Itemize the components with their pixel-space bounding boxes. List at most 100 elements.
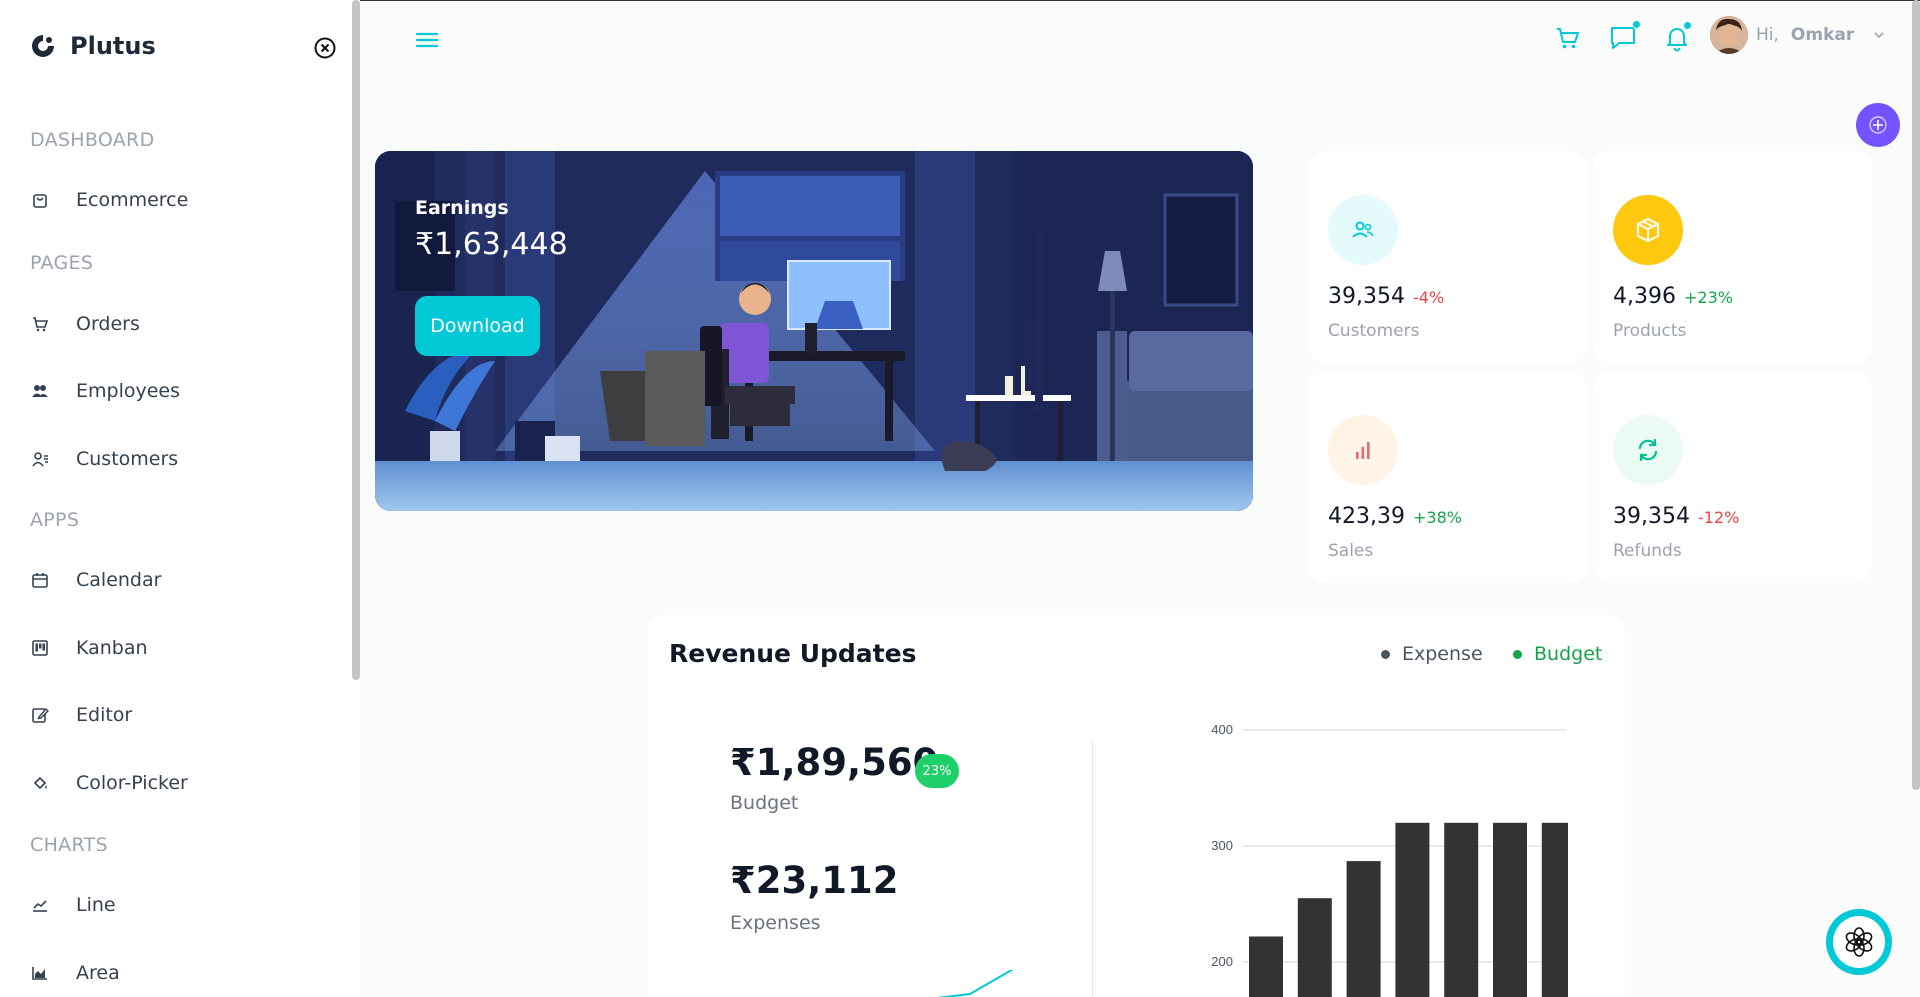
people-icon [30,381,50,401]
stat-icon-bar-chart[interactable] [1328,415,1398,485]
user-name: Omkar [1790,25,1855,45]
bucket-icon [30,773,50,793]
stat-label: Customers [1328,321,1420,341]
stat-label: Refunds [1613,541,1682,561]
chart-bar[interactable] [1346,861,1381,997]
budget-label: Budget [730,792,799,814]
section-title-charts: CHARTS [30,834,108,856]
earnings-banner: Earnings ₹1,63,448 Download [375,151,1253,511]
bar-chart-icon [1356,442,1370,459]
legend-item-expense: Expense [1381,643,1483,665]
sidebar-item-line[interactable]: Line [30,883,330,927]
avatar [1710,16,1748,54]
section-title-apps: APPS [30,509,80,531]
sidebar-item-label: Ecommerce [76,189,189,211]
stat-number: 4,396 [1613,284,1676,309]
edit-icon [30,705,50,725]
refresh-icon [1638,438,1658,462]
legend-dot-expense [1381,649,1390,659]
line-chart-icon [30,895,50,915]
stat-icon-box[interactable] [1613,195,1683,265]
chart-bar[interactable] [1444,822,1479,997]
close-circle-icon [314,37,336,59]
sidebar-item-label: Customers [76,448,179,470]
stat-icon-users[interactable] [1328,195,1398,265]
stat-icon-refresh[interactable] [1613,415,1683,485]
greeting-text: Hi, [1756,25,1779,45]
chat-button[interactable] [1607,20,1641,54]
sidebar-item-customers[interactable]: Customers [30,437,330,481]
stat-number: 39,354 [1613,504,1690,529]
stat-card-customers: 39,354 -4% Customers [1308,151,1587,363]
budget-value: ₹1,89,560 [730,741,939,784]
y-tick-label: 400 [1211,722,1233,737]
brand[interactable]: Plutus [30,32,156,60]
sidebar-item-ecommerce[interactable]: Ecommerce [30,178,330,222]
hamburger-icon [415,32,439,48]
sidebar-item-label: Line [76,894,116,916]
sidebar-item-editor[interactable]: Editor [30,693,330,737]
legend-dot-budget [1513,649,1522,659]
sidebar-item-label: Area [76,962,120,984]
section-title-pages: PAGES [30,252,94,274]
stat-value: 39,354 -4% [1328,284,1444,309]
chat-fab-inner [1833,916,1885,968]
stat-change: -4% [1412,288,1445,307]
user-profile-menu[interactable]: Hi, Omkar [1710,16,1886,54]
sidebar-item-label: Kanban [76,637,148,659]
y-tick-label: 200 [1211,954,1233,969]
expense-label: Expenses [730,912,821,934]
cart-icon [1557,28,1579,49]
chat-assistant-button[interactable] [1826,909,1892,975]
budget-change-badge: 23% [915,754,959,788]
chart-bar[interactable] [1395,822,1430,997]
brand-name: Plutus [70,32,156,60]
download-button[interactable]: Download [415,296,540,356]
cart-icon [30,314,50,334]
sidebar-item-kanban[interactable]: Kanban [30,626,330,670]
stat-card-products: 4,396 +23% Products [1593,151,1872,363]
page-scrollbar[interactable] [1912,0,1920,790]
cart-button[interactable] [1552,22,1584,54]
sidebar-item-color-picker[interactable]: Color-Picker [30,761,330,805]
stat-change: +23% [1683,288,1733,307]
sidebar-item-label: Calendar [76,569,162,591]
sparkle-icon [1869,116,1887,134]
earnings-label: Earnings [415,197,509,219]
theme-settings-button[interactable] [1856,103,1900,147]
sidebar-item-orders[interactable]: Orders [30,302,330,346]
close-sidebar-button[interactable] [313,36,337,60]
chat-notification-dot [1632,20,1641,29]
expense-value: ₹23,112 [730,859,899,902]
sidebar-item-label: Color-Picker [76,772,188,794]
chevron-down-icon [1874,32,1884,39]
sidebar-item-label: Employees [76,380,180,402]
menu-toggle-button[interactable] [413,26,441,54]
area-chart-icon [30,963,50,983]
revenue-title: Revenue Updates [669,639,917,668]
stat-label: Products [1613,321,1687,341]
sidebar-item-calendar[interactable]: Calendar [30,558,330,602]
y-tick-label: 300 [1211,838,1233,853]
legend-item-budget: Budget [1513,643,1602,665]
stat-change: +38% [1412,508,1462,527]
stat-card-refunds: 39,354 -12% Refunds [1593,371,1872,583]
stat-label: Sales [1328,541,1374,561]
shopping-bag-icon [30,190,50,210]
chart-bar[interactable] [1541,822,1568,997]
sidebar-scrollbar[interactable] [352,0,360,680]
sidebar-item-employees[interactable]: Employees [30,369,330,413]
section-title-dashboard: DASHBOARD [30,129,155,151]
chart-bar[interactable] [1249,936,1283,997]
brand-logo-icon [32,35,54,57]
sidebar-item-area[interactable]: Area [30,951,330,995]
calendar-icon [30,570,50,590]
stat-value: 4,396 +23% [1613,284,1733,309]
notifications-button[interactable] [1661,21,1693,54]
earnings-value: ₹1,63,448 [415,227,568,262]
stat-change: -12% [1697,508,1740,527]
stat-number: 423,39 [1328,504,1405,529]
chart-bar[interactable] [1297,898,1332,997]
assistant-icon [1845,927,1873,957]
chart-bar[interactable] [1493,822,1527,997]
